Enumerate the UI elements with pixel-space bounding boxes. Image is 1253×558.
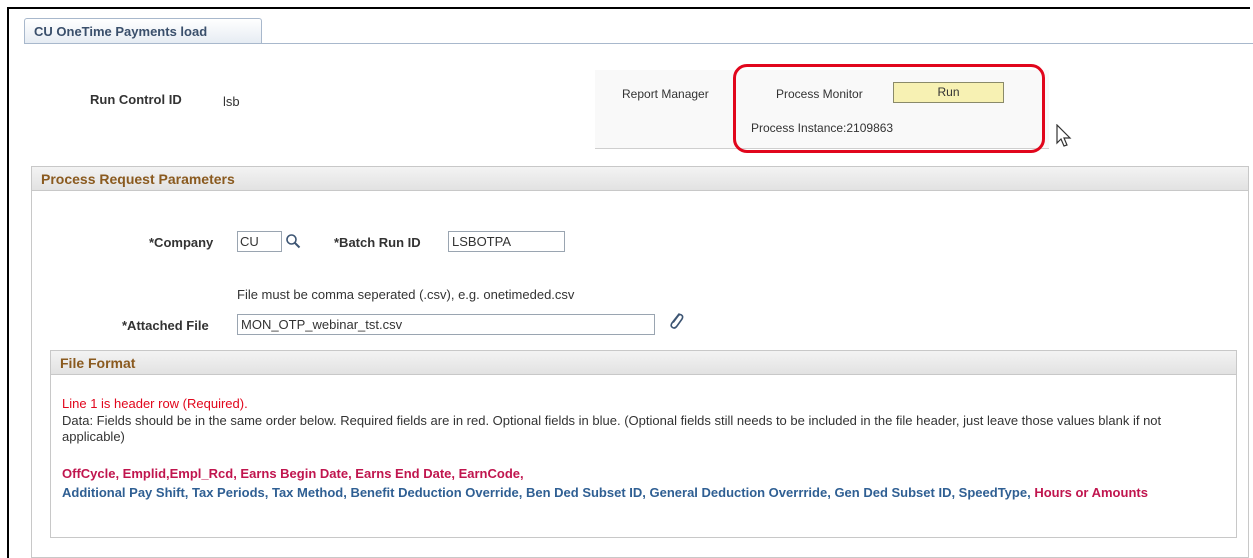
attached-file-label: *Attached File [122, 318, 209, 333]
run-control-id-label: Run Control ID [90, 92, 182, 107]
data-instructions: Data: Fields should be in the same order… [62, 413, 1162, 444]
batch-run-id-input[interactable] [448, 231, 565, 252]
file-format-hint: File must be comma seperated (.csv), e.g… [237, 287, 575, 302]
required-fields-2: Hours or Amounts [1034, 485, 1148, 500]
paperclip-icon[interactable] [667, 311, 685, 334]
process-request-parameters-header: Process Request Parameters [31, 166, 1249, 191]
optional-fields: Additional Pay Shift, Tax Periods, Tax M… [62, 485, 1031, 500]
required-fields-1: OffCycle, Emplid,Empl_Rcd, Earns Begin D… [62, 466, 524, 481]
lookup-icon[interactable] [285, 233, 301, 252]
tab-cu-onetime-payments-load[interactable]: CU OneTime Payments load [24, 18, 262, 43]
batch-run-id-label: *Batch Run ID [334, 235, 421, 250]
mouse-cursor-icon [1056, 123, 1072, 151]
field-list: OffCycle, Emplid,Empl_Rcd, Earns Begin D… [62, 464, 1222, 502]
company-input[interactable] [237, 231, 282, 252]
header-row-note: Line 1 is header row (Required). [62, 396, 248, 411]
run-control-id-value: lsb [223, 94, 240, 109]
file-format-header: File Format [50, 350, 1237, 375]
red-highlight-outline [733, 64, 1045, 153]
attached-file-input[interactable] [237, 314, 655, 335]
report-manager-link[interactable]: Report Manager [622, 87, 709, 101]
tab-divider [24, 43, 1253, 44]
company-label: *Company [149, 235, 214, 250]
